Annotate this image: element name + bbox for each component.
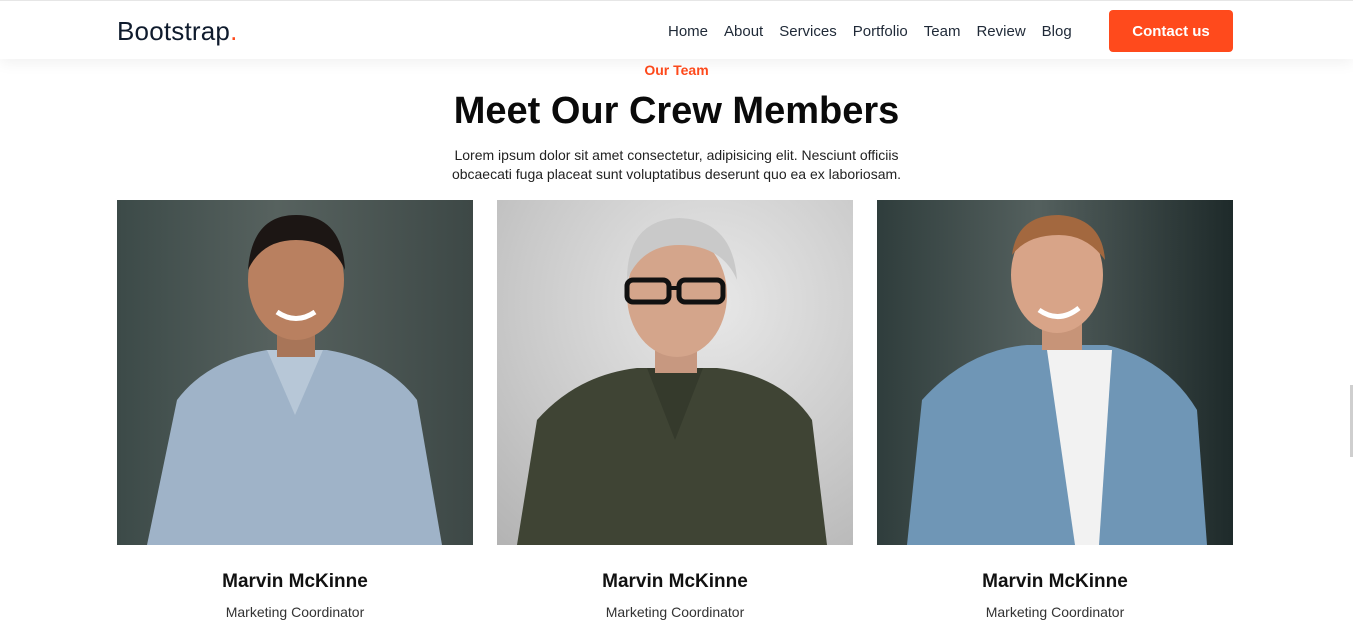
member-name: Marvin McKinne <box>602 571 748 592</box>
team-card: Marvin McKinne Marketing Coordinator <box>497 200 853 643</box>
member-photo <box>877 200 1233 545</box>
brand-text: Bootstrap <box>117 16 231 46</box>
member-role: Marketing Coordinator <box>985 604 1125 620</box>
nav-links: Home About Services Portfolio Team Revie… <box>668 23 1088 40</box>
nav-link-team[interactable]: Team <box>924 23 961 40</box>
nav-link-portfolio[interactable]: Portfolio <box>853 23 908 40</box>
section-eyebrow: Our Team <box>644 62 709 78</box>
section-subtitle: Lorem ipsum dolor sit amet consectetur, … <box>451 147 902 182</box>
member-name: Marvin McKinne <box>222 571 368 592</box>
nav-link-blog[interactable]: Blog <box>1042 23 1072 40</box>
member-role: Marketing Coordinator <box>225 604 365 620</box>
brand-dot: . <box>230 16 238 46</box>
navbar: Bootstrap. Home About Services Portfolio… <box>0 0 1353 59</box>
member-photo <box>117 200 473 545</box>
member-photo <box>497 200 853 545</box>
nav-link-services[interactable]: Services <box>779 23 837 40</box>
section-title: Meet Our Crew Members <box>453 90 900 132</box>
nav-link-about[interactable]: About <box>724 23 763 40</box>
nav-link-review[interactable]: Review <box>976 23 1025 40</box>
member-role: Marketing Coordinator <box>605 604 745 620</box>
team-card: Marvin McKinne Marketing Coordinator <box>877 200 1233 643</box>
member-name: Marvin McKinne <box>982 571 1128 592</box>
contact-us-button[interactable]: Contact us <box>1109 10 1233 52</box>
nav-link-home[interactable]: Home <box>668 23 708 40</box>
brand-logo[interactable]: Bootstrap. <box>117 16 238 47</box>
team-card: Marvin McKinne Marketing Coordinator <box>117 200 473 643</box>
